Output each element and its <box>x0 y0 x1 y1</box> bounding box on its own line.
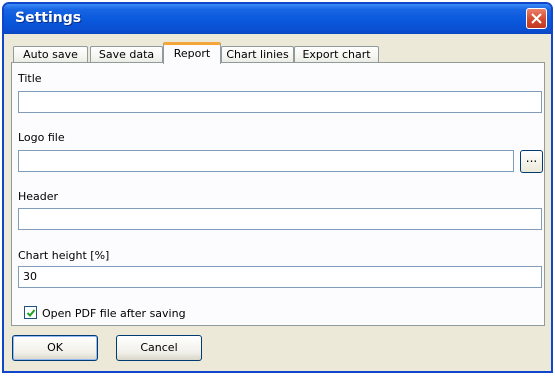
report-panel: Title Logo file ... Header Chart height … <box>11 62 545 326</box>
tab-auto-save[interactable]: Auto save <box>13 46 88 63</box>
open-pdf-label[interactable]: Open PDF file after saving <box>42 307 186 320</box>
title-label: Title <box>18 72 42 85</box>
logo-file-field[interactable] <box>18 150 514 172</box>
close-icon <box>531 13 542 24</box>
tab-label: Auto save <box>23 48 78 61</box>
browse-button[interactable]: ... <box>520 150 543 173</box>
tab-label: Export chart <box>302 48 371 61</box>
tab-label: Save data <box>98 48 155 61</box>
checkmark-icon <box>26 309 36 317</box>
ok-button[interactable]: OK <box>12 335 98 361</box>
title-bar[interactable]: Settings <box>4 4 551 34</box>
title-field[interactable] <box>18 91 542 113</box>
settings-dialog: Settings Auto save Save data Report Char… <box>2 2 553 373</box>
tab-label: Chart linies <box>226 48 289 61</box>
header-field[interactable] <box>18 208 542 230</box>
tab-save-data[interactable]: Save data <box>90 46 163 63</box>
tab-label: Report <box>173 47 211 60</box>
chart-height-field[interactable]: 30 <box>18 266 542 288</box>
window-title: Settings <box>15 10 82 26</box>
chart-height-label: Chart height [%] <box>18 249 110 262</box>
tab-strip: Auto save Save data Report Chart linies … <box>11 38 541 64</box>
logo-file-label: Logo file <box>18 131 65 144</box>
tab-report[interactable]: Report <box>163 42 221 64</box>
tab-export-chart[interactable]: Export chart <box>294 46 379 63</box>
header-label: Header <box>18 190 59 203</box>
close-button[interactable] <box>526 8 547 29</box>
tab-chart-linies[interactable]: Chart linies <box>221 46 294 63</box>
open-pdf-checkbox[interactable] <box>24 306 37 319</box>
cancel-button[interactable]: Cancel <box>116 335 202 361</box>
